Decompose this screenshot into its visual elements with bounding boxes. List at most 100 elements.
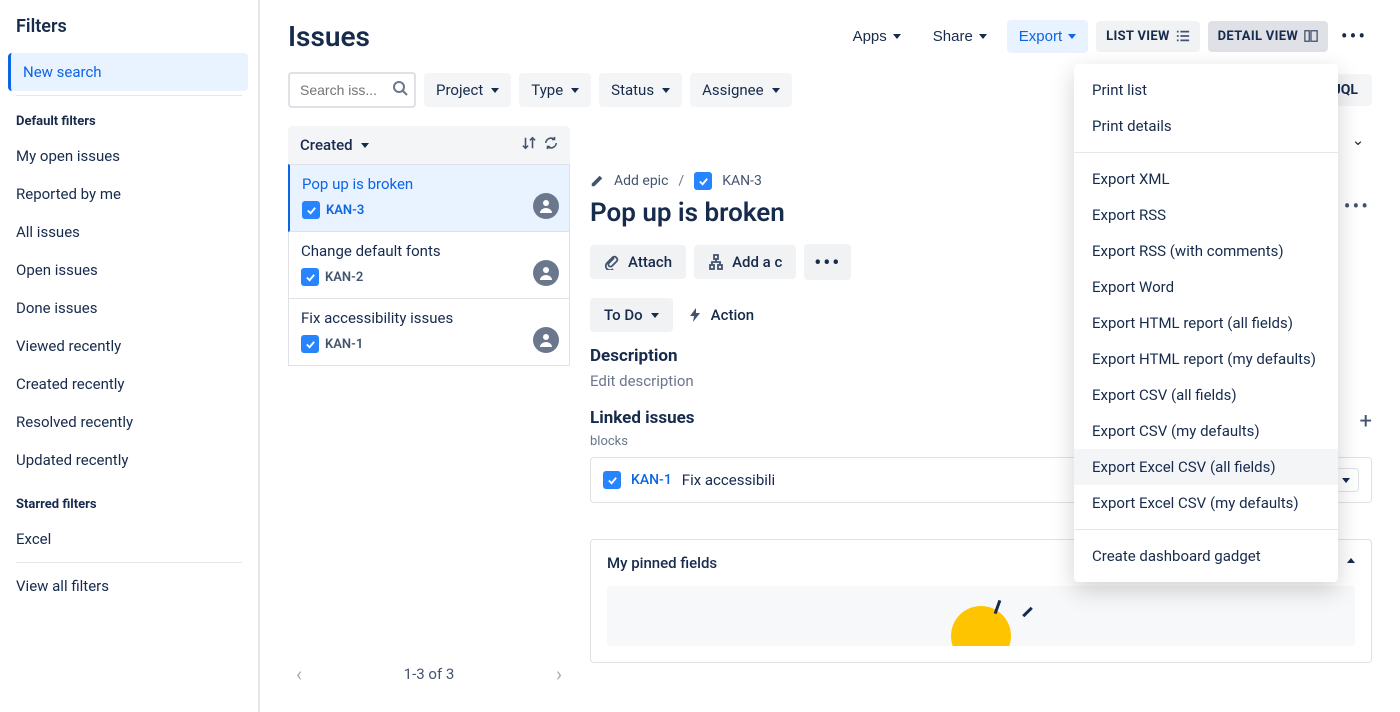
chevron-down-icon: [979, 34, 987, 39]
apps-button[interactable]: Apps: [841, 20, 913, 53]
chevron-down-icon: [361, 143, 369, 148]
detail-view-button[interactable]: DETAIL VIEW: [1208, 21, 1328, 52]
sidebar-item[interactable]: Updated recently: [8, 441, 250, 479]
avatar: [533, 260, 559, 286]
list-icon: [1176, 29, 1190, 43]
view-all-filters[interactable]: View all filters: [8, 567, 250, 605]
header: Issues Apps Share Export LIST VIEW DETAI…: [288, 18, 1372, 54]
sidebar-item[interactable]: My open issues: [8, 137, 250, 175]
issue-title: Fix accessibility issues: [301, 309, 557, 327]
export-menu-item[interactable]: Export Excel CSV (all fields): [1074, 449, 1338, 485]
sidebar: Filters New search Default filters My op…: [0, 0, 260, 712]
issue-id: KAN-1: [325, 337, 363, 352]
export-menu-item[interactable]: Export XML: [1074, 161, 1338, 197]
linked-issues-heading: Linked issues: [590, 408, 695, 428]
sidebar-item[interactable]: All issues: [8, 213, 250, 251]
main: Issues Apps Share Export LIST VIEW DETAI…: [260, 0, 1400, 712]
list-view-button[interactable]: LIST VIEW: [1096, 21, 1199, 52]
detail-icon: [1304, 29, 1318, 43]
separator: /: [678, 173, 684, 189]
tree-icon: [708, 254, 724, 270]
issue-type-icon: [302, 201, 320, 219]
issue-id: KAN-2: [325, 270, 363, 285]
export-menu-item[interactable]: Export HTML report (my defaults): [1074, 341, 1338, 377]
sidebar-item[interactable]: Done issues: [8, 289, 250, 327]
issue-type-icon: [603, 471, 621, 489]
bolt-icon: [687, 307, 703, 323]
export-menu-item[interactable]: Export CSV (all fields): [1074, 377, 1338, 413]
export-button[interactable]: Export: [1007, 20, 1088, 53]
export-menu-item[interactable]: Export Excel CSV (my defaults): [1074, 485, 1338, 521]
sort-label[interactable]: Created: [300, 136, 353, 154]
attach-icon: [604, 254, 620, 270]
export-menu-item[interactable]: Create dashboard gadget: [1074, 538, 1338, 574]
menu-separator: [1074, 152, 1338, 153]
add-linked-issue[interactable]: +: [1360, 409, 1372, 434]
export-menu: Print listPrint details Export XMLExport…: [1074, 64, 1338, 582]
sidebar-item[interactable]: Open issues: [8, 251, 250, 289]
add-child-button[interactable]: Add a c: [694, 245, 796, 279]
export-menu-item[interactable]: Export RSS: [1074, 197, 1338, 233]
filter-pill[interactable]: Assignee: [690, 73, 792, 107]
pinned-illustration: [607, 586, 1355, 646]
breadcrumb-id[interactable]: KAN-3: [722, 173, 762, 189]
issue-card[interactable]: Fix accessibility issues KAN-1: [288, 299, 570, 366]
refresh-icon[interactable]: [544, 136, 558, 154]
export-menu-item[interactable]: Export HTML report (all fields): [1074, 305, 1338, 341]
issue-title: Pop up is broken: [302, 175, 557, 193]
filter-pill[interactable]: Type: [519, 73, 591, 107]
export-menu-item[interactable]: Print list: [1074, 72, 1338, 108]
add-epic-link[interactable]: Add epic: [614, 173, 668, 189]
default-filters-heading: Default filters: [16, 114, 242, 129]
attach-button[interactable]: Attach: [590, 245, 686, 279]
menu-separator: [1074, 529, 1338, 530]
issue-card[interactable]: Change default fonts KAN-2: [288, 232, 570, 299]
status-dropdown[interactable]: To Do: [590, 298, 673, 332]
sidebar-item[interactable]: Reported by me: [8, 175, 250, 213]
chevron-down-icon: [1342, 478, 1350, 483]
issue-title: Change default fonts: [301, 242, 557, 260]
chevron-down-icon: [893, 34, 901, 39]
filter-pill[interactable]: Project: [424, 73, 511, 107]
issue-type-icon: [694, 172, 712, 190]
divider: [16, 95, 242, 96]
issue-card[interactable]: Pop up is brokenKAN-3: [288, 164, 570, 232]
share-button[interactable]: Share: [921, 20, 999, 53]
issue-more-button[interactable]: •••: [804, 244, 851, 280]
pager-next[interactable]: ›: [556, 662, 562, 686]
issue-type-icon: [301, 335, 319, 353]
sidebar-item[interactable]: Viewed recently: [8, 327, 250, 365]
more-icon[interactable]: •••: [1344, 196, 1370, 216]
list-pager: ‹ 1-3 of 3 ›: [288, 652, 570, 696]
pager-text: 1-3 of 3: [404, 665, 455, 683]
sidebar-item[interactable]: Excel: [8, 520, 250, 558]
chevron-up-icon: [1347, 554, 1355, 572]
export-menu-item[interactable]: Export RSS (with comments): [1074, 233, 1338, 269]
pager-prev[interactable]: ‹: [296, 662, 302, 686]
list-header: Created: [288, 126, 570, 164]
avatar: [533, 327, 559, 353]
sidebar-item[interactable]: Resolved recently: [8, 403, 250, 441]
linked-issue-id[interactable]: KAN-1: [631, 472, 672, 488]
chevron-down-icon: [1068, 34, 1076, 39]
filter-pill[interactable]: Status: [599, 73, 682, 107]
divider: [16, 562, 242, 563]
export-menu-item[interactable]: Export Word: [1074, 269, 1338, 305]
search-icon: [392, 80, 408, 100]
issue-type-icon: [301, 268, 319, 286]
list-column: Created Pop up is brokenKAN-3Change defa…: [288, 126, 570, 696]
starred-filters-heading: Starred filters: [16, 497, 242, 512]
pager-down[interactable]: ⌄: [1344, 126, 1372, 154]
new-search-item[interactable]: New search: [8, 53, 248, 91]
page-title: Issues: [288, 20, 370, 53]
sort-icon[interactable]: [522, 136, 536, 154]
dots-icon: •••: [814, 252, 841, 272]
avatar: [533, 193, 559, 219]
more-button[interactable]: •••: [1336, 18, 1372, 54]
sidebar-item[interactable]: Created recently: [8, 365, 250, 403]
filters-heading: Filters: [16, 16, 242, 37]
export-menu-item[interactable]: Export CSV (my defaults): [1074, 413, 1338, 449]
actions-dropdown[interactable]: Action: [687, 306, 754, 324]
export-menu-item[interactable]: Print details: [1074, 108, 1338, 144]
search-box: [288, 72, 416, 108]
